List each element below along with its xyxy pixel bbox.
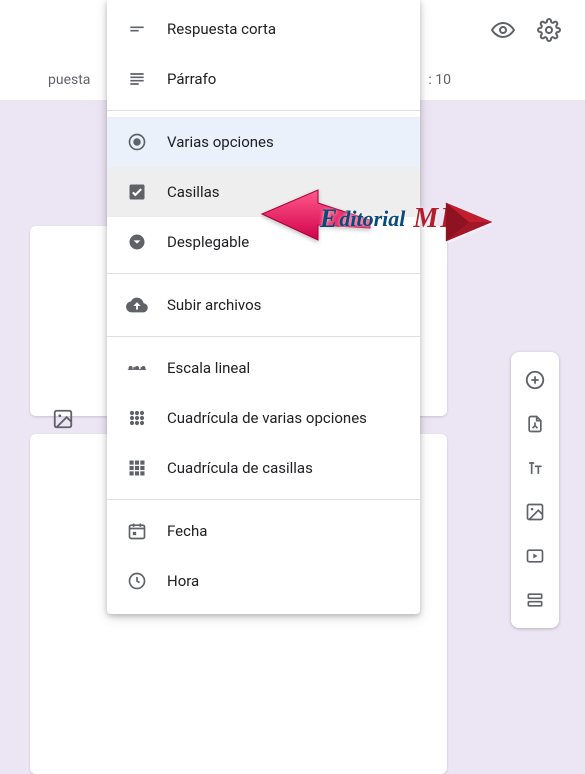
menu-item-label: Párrafo <box>167 70 216 88</box>
eye-icon <box>491 18 515 42</box>
menu-item-label: Cuadrícula de casillas <box>167 459 313 477</box>
add-section-button[interactable] <box>517 578 553 622</box>
image-icon <box>52 408 74 430</box>
gear-icon <box>537 18 561 42</box>
action-rail <box>511 352 559 628</box>
watermark-text: M <box>413 203 438 235</box>
menu-item-label: Desplegable <box>167 233 249 251</box>
add-question-button[interactable] <box>517 358 553 402</box>
menu-item-label: Escala lineal <box>167 359 250 377</box>
watermark: EditorialMD <box>320 203 461 235</box>
menu-separator <box>107 273 420 274</box>
section-icon <box>525 590 545 610</box>
video-icon <box>525 546 545 566</box>
title-icon <box>525 458 545 478</box>
calendar-icon <box>125 519 149 543</box>
radio-icon <box>125 130 149 154</box>
cloud-upload-icon <box>125 293 149 317</box>
checkbox-icon <box>125 180 149 204</box>
tabs-right-text: : 10 <box>428 72 451 88</box>
settings-button[interactable] <box>529 10 569 50</box>
image-icon <box>525 502 545 522</box>
menu-item-date[interactable]: Fecha <box>107 506 420 556</box>
menu-item-label: Subir archivos <box>167 296 261 314</box>
menu-item-multiple-choice-grid[interactable]: Cuadrícula de varias opciones <box>107 393 420 443</box>
clock-icon <box>125 569 149 593</box>
linear-scale-icon <box>125 356 149 380</box>
question-type-menu: Respuesta corta Párrafo Varias opciones … <box>107 0 420 614</box>
add-video-button[interactable] <box>517 534 553 578</box>
menu-item-linear-scale[interactable]: Escala lineal <box>107 343 420 393</box>
watermark-text: ditorial <box>339 206 405 232</box>
menu-separator <box>107 336 420 337</box>
add-image-button[interactable] <box>517 490 553 534</box>
short-text-icon <box>125 17 149 41</box>
menu-separator <box>107 110 420 111</box>
import-questions-button[interactable] <box>517 402 553 446</box>
menu-item-label: Hora <box>167 572 199 590</box>
import-file-icon <box>525 414 545 434</box>
tabs-left-text: puesta <box>48 72 90 88</box>
add-title-button[interactable] <box>517 446 553 490</box>
menu-item-label: Respuesta corta <box>167 20 276 38</box>
dropdown-icon <box>125 230 149 254</box>
menu-item-label: Casillas <box>167 183 220 201</box>
menu-item-paragraph[interactable]: Párrafo <box>107 54 420 104</box>
menu-item-label: Cuadrícula de varias opciones <box>167 409 367 427</box>
watermark-text: E <box>320 204 337 234</box>
menu-item-file-upload[interactable]: Subir archivos <box>107 280 420 330</box>
grid-checkbox-icon <box>125 456 149 480</box>
insert-image-button[interactable] <box>52 408 74 430</box>
paragraph-icon <box>125 67 149 91</box>
grid-radio-icon <box>125 406 149 430</box>
watermark-logo-icon <box>440 193 498 251</box>
plus-circle-icon <box>524 369 546 391</box>
menu-item-short-answer[interactable]: Respuesta corta <box>107 4 420 54</box>
menu-item-time[interactable]: Hora <box>107 556 420 606</box>
menu-item-multiple-choice[interactable]: Varias opciones <box>107 117 420 167</box>
preview-button[interactable] <box>483 10 523 50</box>
menu-item-label: Fecha <box>167 522 207 540</box>
menu-separator <box>107 499 420 500</box>
menu-item-checkbox-grid[interactable]: Cuadrícula de casillas <box>107 443 420 493</box>
menu-item-label: Varias opciones <box>167 133 274 151</box>
